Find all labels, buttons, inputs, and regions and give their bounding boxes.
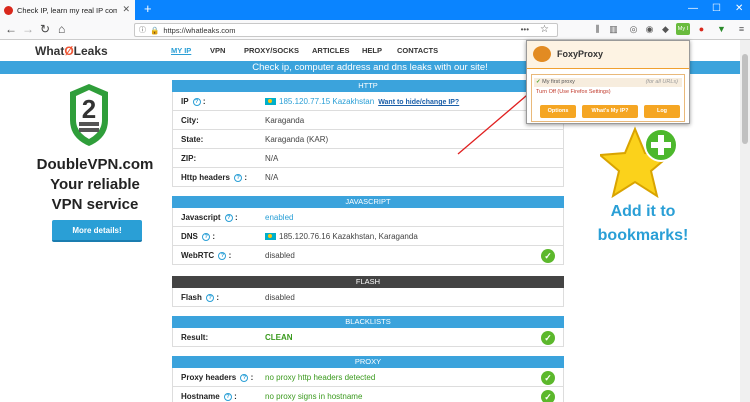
site-favicon-icon (4, 5, 13, 15)
home-icon[interactable]: ⌂ (58, 22, 65, 36)
url-bar[interactable]: ⓘ 🔒 https://whatleaks.com ••• ☆ (134, 23, 558, 37)
bookmark-star-icon[interactable]: ☆ (540, 24, 549, 35)
close-tab-icon[interactable]: ✕ (122, 4, 130, 15)
help-icon[interactable]: ? (223, 392, 232, 401)
bookmark-promo-text[interactable]: Add it to bookmarks! (578, 200, 708, 248)
page-scrollbar[interactable] (740, 40, 750, 402)
check-icon: ✓ (541, 390, 555, 402)
minimize-icon[interactable]: — (688, 3, 698, 14)
browser-tab[interactable]: Check IP, learn my real IP compu ✕ (0, 0, 135, 20)
foxyproxy-logo-icon (533, 46, 551, 62)
table-row: Javascript ? : enabled (172, 208, 564, 227)
help-icon[interactable]: ? (240, 373, 249, 382)
foxyproxy-popup: FoxyProxy ✓ My first proxy (for all URLs… (526, 40, 690, 124)
tab-title: Check IP, learn my real IP compu (17, 5, 117, 15)
tab-bar: Check IP, learn my real IP compu ✕ + — ☐… (0, 0, 750, 20)
proxy-option-first[interactable]: ✓ My first proxy (for all URLs) (534, 78, 682, 87)
url-text: https://whatleaks.com (163, 25, 236, 35)
nav-help[interactable]: HELP (362, 46, 382, 55)
kazakhstan-flag-icon (265, 233, 276, 241)
blacklists-header: BLACKLISTS (172, 316, 564, 328)
proxy-option-off[interactable]: Turn Off (Use Firefox Settings) (534, 88, 611, 97)
doublevpn-shield-icon: 2 (70, 84, 108, 146)
flash-header: FLASH (172, 276, 564, 288)
navigation-bar: ← → ↻ ⌂ ⓘ 🔒 https://whatleaks.com ••• ☆ … (0, 20, 750, 40)
table-row: Http headers ? : N/A (172, 168, 564, 187)
info-icon[interactable]: ⓘ (139, 25, 146, 35)
check-icon: ✓ (541, 249, 555, 263)
maximize-icon[interactable]: ☐ (712, 3, 721, 14)
popup-header: FoxyProxy (527, 41, 689, 69)
nav-proxy-socks[interactable]: PROXY/SOCKS (244, 46, 299, 55)
whats-my-ip-button[interactable]: What's My IP? (582, 105, 638, 118)
help-icon[interactable]: ? (192, 97, 201, 106)
forward-icon[interactable]: → (22, 22, 34, 36)
ad-line-2: Your reliable (50, 176, 140, 193)
help-icon[interactable]: ? (218, 251, 227, 260)
flash-section: FLASH Flash ? : disabled (172, 276, 564, 307)
new-tab-button[interactable]: + (144, 1, 152, 16)
nav-vpn[interactable]: VPN (210, 46, 225, 55)
ad-line-3: VPN service (51, 196, 139, 213)
table-row: Result: CLEAN ✓ (172, 328, 564, 347)
table-row: DNS ? : 185.120.76.16 Kazakhstan, Karaga… (172, 227, 564, 246)
back-icon[interactable]: ← (5, 22, 17, 36)
check-icon: ✓ (541, 371, 555, 385)
library-icon[interactable]: ⫼ (592, 24, 603, 35)
nav-articles[interactable]: ARTICLES (312, 46, 350, 55)
help-icon[interactable]: ? (234, 173, 243, 182)
check-icon: ✓ (536, 79, 541, 85)
adblock-icon[interactable]: ● (696, 24, 707, 35)
javascript-header: JAVASCRIPT (172, 196, 564, 208)
svg-text:2: 2 (82, 94, 96, 124)
javascript-section: JAVASCRIPT Javascript ? : enabled DNS ? … (172, 196, 564, 265)
ad-line-1: DoubleVPN.com (36, 156, 154, 173)
popup-title: FoxyProxy (557, 49, 604, 59)
more-details-button[interactable]: More details! (52, 220, 142, 242)
scrollbar-thumb[interactable] (742, 54, 748, 144)
log-button[interactable]: Log (644, 105, 680, 118)
site-logo[interactable]: WhatØLeaks (35, 44, 108, 58)
options-button[interactable]: Options (540, 105, 576, 118)
bookmark-star-promo-icon (600, 126, 678, 199)
sync-icon[interactable]: ◎ (628, 24, 639, 35)
help-icon[interactable]: ? (224, 213, 233, 222)
table-row: Hostname ? : no proxy signs in hostname … (172, 387, 564, 402)
window-close-icon[interactable]: ✕ (735, 3, 743, 14)
myip-badge[interactable]: My I (676, 23, 690, 35)
reload-icon[interactable]: ↻ (40, 22, 50, 36)
help-icon[interactable]: ? (206, 293, 215, 302)
blacklists-section: BLACKLISTS Result: CLEAN ✓ (172, 316, 564, 347)
foxy-icon[interactable]: ◆ (660, 24, 671, 35)
proxy-header: PROXY (172, 356, 564, 368)
page-actions-icon[interactable]: ••• (521, 25, 529, 34)
proxy-options-box: ✓ My first proxy (for all URLs) Turn Off… (531, 74, 685, 122)
sidebar-icon[interactable]: ▥ (608, 24, 619, 35)
table-row: WebRTC ? : disabled ✓ (172, 246, 564, 265)
nav-contacts[interactable]: CONTACTS (397, 46, 438, 55)
nav-my-ip[interactable]: MY IP (171, 46, 191, 55)
shield-extension-icon[interactable]: ▼ (716, 24, 727, 35)
extension-icon[interactable]: ◉ (644, 24, 655, 35)
hide-ip-link[interactable]: Want to hide/change IP? (378, 99, 459, 106)
check-icon: ✓ (541, 331, 555, 345)
menu-icon[interactable]: ≡ (736, 24, 747, 35)
lock-icon: 🔒 (150, 25, 160, 35)
help-icon[interactable]: ? (202, 232, 211, 241)
proxy-section: PROXY Proxy headers ? : no proxy http he… (172, 356, 564, 402)
table-row: Proxy headers ? : no proxy http headers … (172, 368, 564, 387)
table-row: Flash ? : disabled (172, 288, 564, 307)
kazakhstan-flag-icon (265, 98, 276, 106)
